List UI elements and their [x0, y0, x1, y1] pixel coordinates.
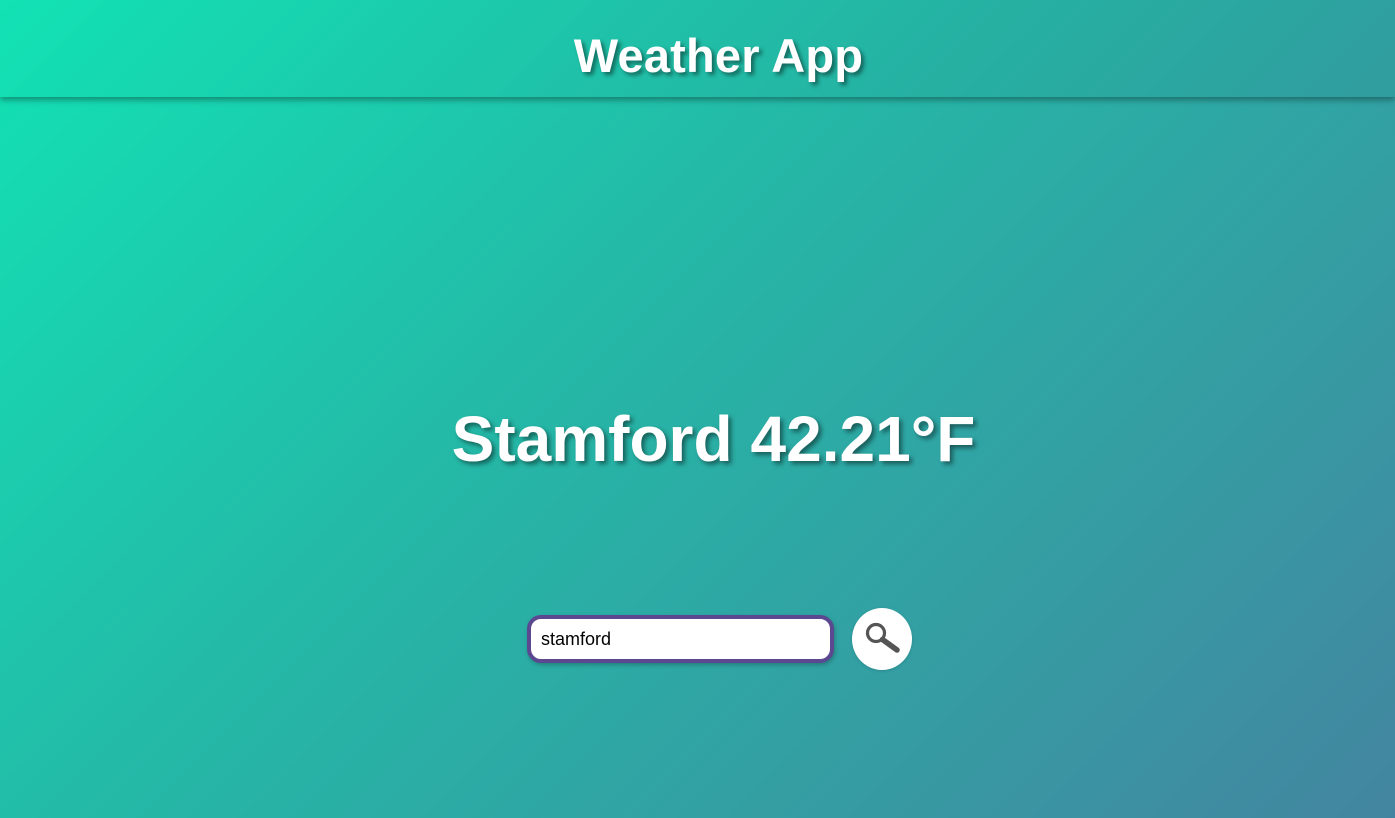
- app-title: Weather App: [573, 29, 864, 82]
- search-icon: [865, 622, 900, 653]
- weather-readout: Stamford 42.21°F: [0, 402, 1395, 476]
- search-button[interactable]: [852, 608, 912, 670]
- city-search-input[interactable]: [527, 615, 834, 663]
- city-name: Stamford: [451, 403, 733, 475]
- temperature-value: 42.21°F: [750, 403, 976, 475]
